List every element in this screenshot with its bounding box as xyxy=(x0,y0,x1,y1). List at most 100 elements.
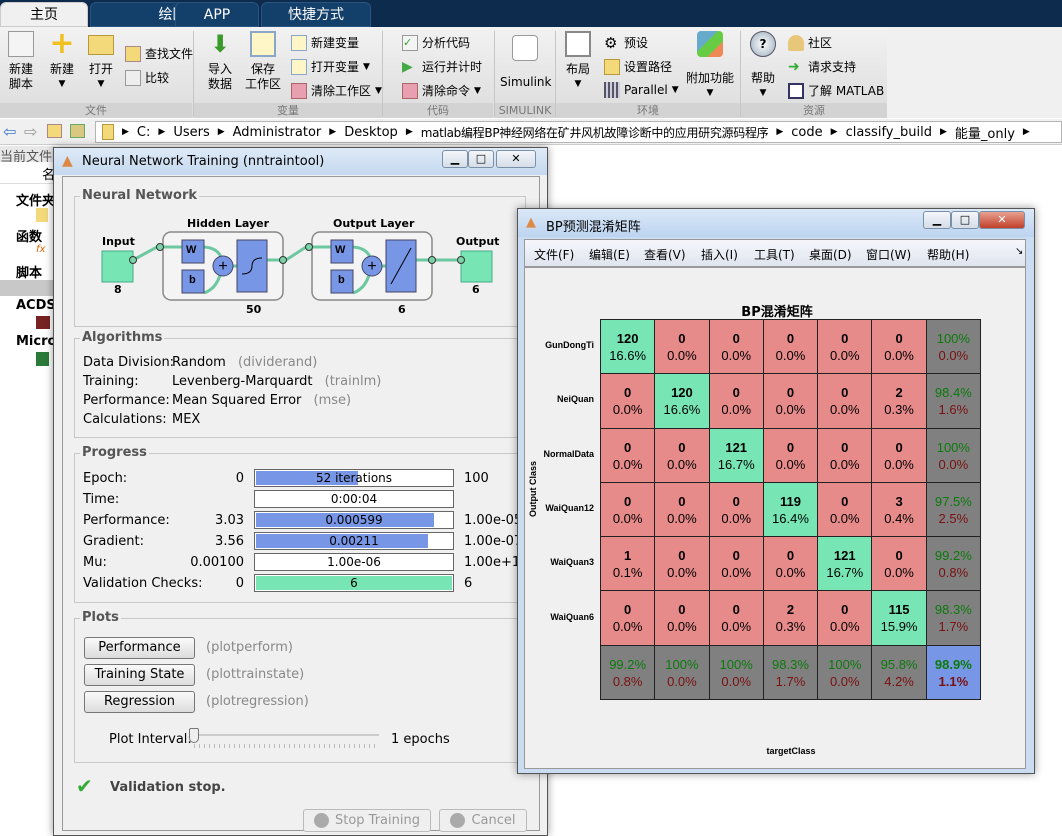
png-file-icon[interactable] xyxy=(36,316,50,329)
path-segment[interactable]: matlab编程BP神经网络在矿井风机故障诊断中的应用研究源码程序 xyxy=(421,124,769,141)
import-data-button[interactable]: ⬇ 导入 数据 xyxy=(204,31,236,92)
slider-thumb[interactable] xyxy=(189,728,199,743)
cell-value: 100% xyxy=(828,656,862,672)
new-script-button[interactable]: 新建 脚本 xyxy=(6,31,36,92)
algorithm-label: Data Division: xyxy=(83,355,175,370)
clear-commands-button[interactable]: 清除命令 ▼ xyxy=(402,82,481,99)
preferences-button[interactable]: ⚙ 预设 xyxy=(604,34,648,51)
plot-plotregression-button[interactable]: Regression xyxy=(84,691,195,713)
menu-desktop[interactable]: 桌面(D) xyxy=(809,246,852,263)
cell-value: 0 xyxy=(732,548,740,564)
minimize-button[interactable]: ▁ xyxy=(923,211,951,229)
cell-percent: 0.0% xyxy=(775,348,806,363)
path-segment[interactable]: Users xyxy=(173,125,209,140)
chart-title: BP混淆矩阵 xyxy=(741,305,813,320)
clear-workspace-button[interactable]: 清除工作区 ▼ xyxy=(291,82,382,99)
progress-label: Mu: xyxy=(83,555,107,570)
learn-matlab-button[interactable]: 了解 MATLAB xyxy=(788,82,884,99)
plot-plottrainstate-button[interactable]: Training State xyxy=(84,664,195,686)
confusion-matrix: 120 16.6% 0 0.0% 0 0.0% 0 0.0% 0 0.0% 0 0.0% 100% 0.0… xyxy=(600,319,981,700)
simulink-button[interactable]: Simulink xyxy=(500,31,551,90)
set-path-button[interactable]: 设置路径 xyxy=(604,58,672,75)
stop-training-button[interactable]: Stop Training xyxy=(303,809,431,832)
back-arrow-icon[interactable]: ⇦ xyxy=(3,122,16,141)
run-and-time-button[interactable]: ▶ 运行并计时 xyxy=(402,58,482,75)
save-workspace-button[interactable]: 保存 工作区 xyxy=(243,31,283,92)
column-accuracy-cell: 100% 0.0% xyxy=(708,644,764,700)
analyze-code-button[interactable]: ✓ 分析代码 xyxy=(402,34,470,51)
row-accuracy-cell: 97.5% 2.5% xyxy=(925,481,981,538)
add-ons-button[interactable]: 附加功能 ▼ xyxy=(686,31,734,101)
label: 社区 xyxy=(808,36,833,50)
open-variable-button[interactable]: 打开变量 ▼ xyxy=(291,58,370,75)
new-button[interactable]: + 新建 ▼ xyxy=(47,29,77,92)
cell-value: 115 xyxy=(888,602,910,618)
up-folder-icon[interactable] xyxy=(47,124,62,138)
group-microsoft[interactable]: Microsoft xyxy=(0,334,55,349)
request-support-button[interactable]: ➜ 请求支持 xyxy=(788,58,856,75)
group-acdsee[interactable]: ACDSee xyxy=(0,298,55,313)
hidden-layer-size: 50 xyxy=(246,303,262,316)
path-segment[interactable]: classify_build xyxy=(846,125,932,140)
browse-folder-icon[interactable] xyxy=(70,124,85,138)
open-button[interactable]: 打开 ▼ xyxy=(86,31,116,92)
forward-arrow-icon[interactable]: ⇨ xyxy=(24,122,37,141)
matrix-cell: 0 0.0% xyxy=(871,536,927,592)
cell-value: 0 xyxy=(841,331,849,346)
path-segment[interactable]: C: xyxy=(137,125,150,140)
group-folders[interactable]: 文件夹 xyxy=(0,190,55,209)
path-segment[interactable]: Desktop xyxy=(344,125,398,140)
label: 打开变量 xyxy=(311,60,360,74)
cell-value: 0 xyxy=(624,439,632,455)
parallel-button[interactable]: Parallel ▼ xyxy=(604,82,679,98)
group-functions[interactable]: 函数 xyxy=(0,226,55,245)
menu-view[interactable]: 查看(V) xyxy=(644,246,686,263)
find-files-button[interactable]: 查找文件 xyxy=(125,45,193,62)
chevron-right-icon: ▶ xyxy=(158,127,166,137)
progress-end-value: 1.00e-05 xyxy=(464,513,523,528)
chevron-right-icon: ▶ xyxy=(329,127,337,137)
cell-value: 0 xyxy=(624,493,632,509)
plot-interval-slider[interactable] xyxy=(194,734,379,736)
cell-percent: 0.0% xyxy=(612,456,643,472)
current-folder-path[interactable]: ▶ C: ▶ Users ▶ Administrator ▶ Desktop ▶ matl… xyxy=(95,121,1062,143)
path-segment[interactable]: 能量_only xyxy=(955,123,1015,142)
maximize-button[interactable]: □ xyxy=(951,211,979,229)
menu-window[interactable]: 窗口(W) xyxy=(866,246,911,263)
compare-button[interactable]: 比较 xyxy=(125,69,169,86)
menu-edit[interactable]: 编辑(E) xyxy=(589,246,630,263)
cell-value: 95.8% xyxy=(880,656,918,672)
menu-help[interactable]: 帮助(H) xyxy=(927,246,969,263)
function-file-icon[interactable]: fx xyxy=(36,244,48,258)
folder-icon[interactable] xyxy=(36,208,48,222)
name-column-header[interactable]: 名 xyxy=(0,164,55,184)
cell-value: 0 xyxy=(786,548,795,564)
new-variable-button[interactable]: 新建变量 xyxy=(291,34,359,51)
group-scripts[interactable]: 脚本 xyxy=(0,262,55,281)
close-button[interactable]: ✕ xyxy=(979,211,1025,229)
menu-insert[interactable]: 插入(I) xyxy=(701,246,738,263)
path-segment[interactable]: Administrator xyxy=(233,125,322,140)
excel-file-icon[interactable] xyxy=(36,352,49,366)
row-accuracy-cell: 99.2% 0.8% xyxy=(925,536,981,592)
plot-plotperform-button[interactable]: Performance xyxy=(84,637,195,659)
cell-percent: 0.0% xyxy=(721,402,752,418)
cell-percent: 0.0% xyxy=(667,348,697,363)
menu-file[interactable]: 文件(F) xyxy=(534,246,574,263)
menu-tools[interactable]: 工具(T) xyxy=(754,246,795,263)
dock-arrow-icon[interactable]: ↘ xyxy=(1015,246,1023,257)
tab-shortcuts[interactable]: 快捷方式 xyxy=(261,2,371,27)
tab-apps[interactable]: APP xyxy=(175,2,259,27)
label: 预设 xyxy=(624,36,649,50)
cancel-button[interactable]: Cancel xyxy=(439,809,527,832)
label: Cancel xyxy=(471,813,516,828)
tab-home[interactable]: 主页 xyxy=(0,2,88,27)
path-segment[interactable]: code xyxy=(791,125,822,140)
community-button[interactable]: 社区 xyxy=(788,34,832,51)
cell-value: 0 xyxy=(841,439,849,455)
matrix-cell: 0 0.0% xyxy=(708,590,764,646)
layout-button[interactable]: 布局 ▼ xyxy=(563,31,593,92)
selected-script-file[interactable] xyxy=(0,280,55,296)
matrix-cell: 0 0.0% xyxy=(817,427,873,483)
help-button[interactable]: ? 帮助 ▼ xyxy=(748,31,778,101)
